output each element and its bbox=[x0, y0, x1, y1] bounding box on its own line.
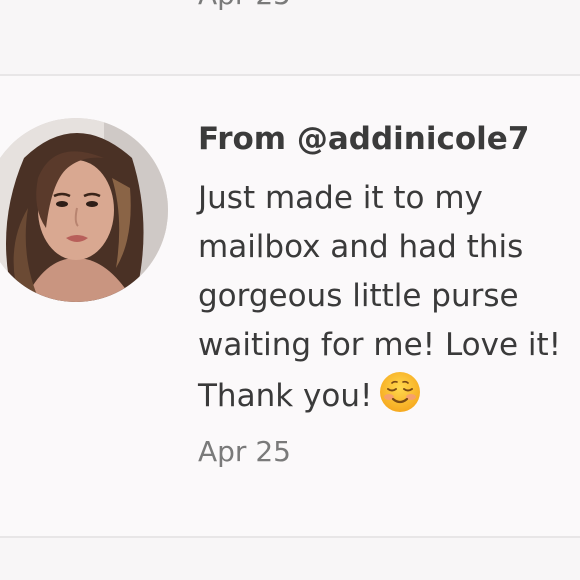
review-author[interactable]: From @addinicole7 bbox=[198, 120, 529, 158]
review-date: Apr 25 bbox=[198, 435, 291, 468]
review-text: Just made it to my mailbox and had this … bbox=[198, 174, 580, 421]
review-text-line: gorgeous little purse bbox=[198, 278, 519, 314]
review-text-line: Thank you! bbox=[198, 378, 373, 414]
divider bbox=[0, 536, 580, 538]
review-text-last-line: Thank you! bbox=[198, 370, 580, 421]
review-text-line: waiting for me! Love it! bbox=[198, 327, 562, 363]
avatar[interactable] bbox=[0, 118, 168, 302]
blushing-smile-emoji-icon bbox=[378, 370, 422, 414]
review-text-line: mailbox and had this bbox=[198, 229, 524, 265]
review-text-line: Just made it to my bbox=[198, 180, 483, 216]
previous-review-date: Apr 25 bbox=[198, 0, 291, 12]
review-card: From @addinicole7 Just made it to my mai… bbox=[0, 76, 580, 536]
